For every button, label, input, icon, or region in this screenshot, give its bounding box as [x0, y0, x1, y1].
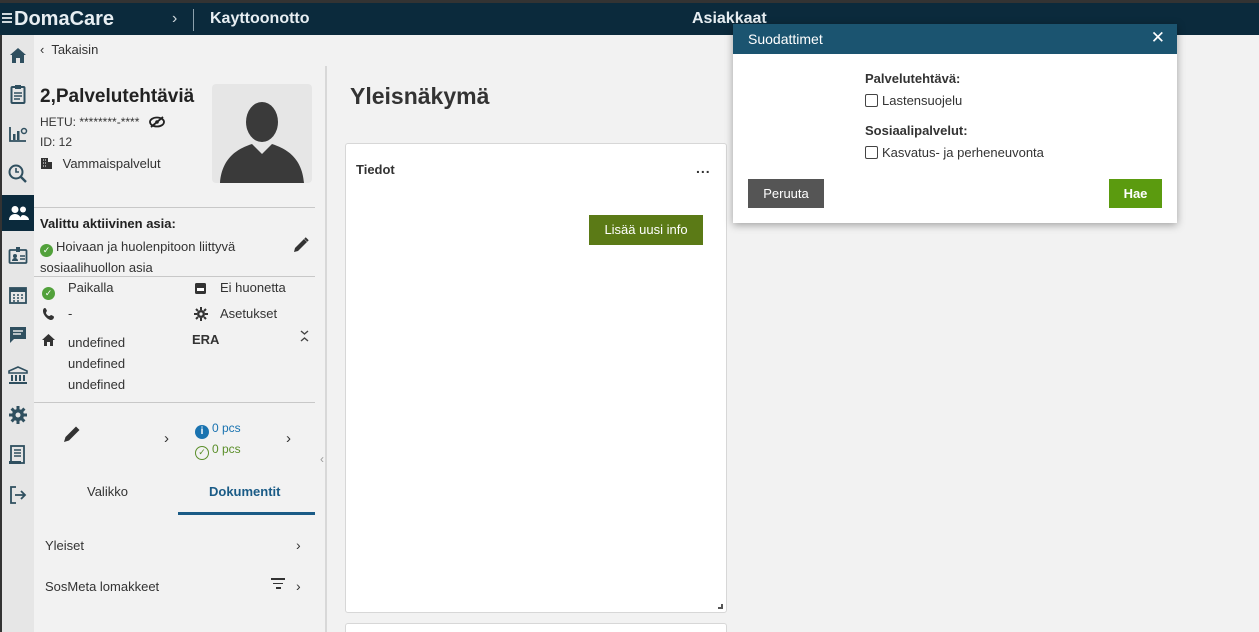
active-case-label: Hoivaan ja huolenpitoon liittyvä sosiaal…	[40, 239, 236, 275]
phone-number: -	[68, 306, 73, 321]
filter-option-label: Lastensuojelu	[882, 93, 963, 108]
check-circle-icon: ✓	[40, 244, 53, 257]
logout-icon[interactable]	[6, 483, 30, 507]
address-line: undefined	[68, 335, 126, 350]
clipboard-icon[interactable]	[6, 82, 30, 106]
edit-pencil-icon[interactable]	[62, 424, 82, 450]
filters-dialog: Suodattimet ✕ Palvelutehtävä: Lastensuoj…	[733, 24, 1177, 223]
home-icon[interactable]	[6, 43, 30, 67]
filter-icon[interactable]	[271, 578, 285, 592]
divider	[34, 402, 315, 403]
resize-handle-icon[interactable]	[718, 604, 723, 609]
building-icon	[40, 156, 57, 171]
chevron-right-icon[interactable]: ›	[286, 430, 291, 447]
divider	[34, 276, 315, 277]
menu-icon[interactable]	[2, 13, 12, 25]
customer-id: ID: 12	[40, 135, 73, 149]
sidebar-rail	[0, 35, 36, 632]
address-line: undefined	[68, 377, 126, 392]
era-label: ERA	[192, 332, 220, 347]
card-title: Tiedot	[356, 162, 395, 177]
info-count[interactable]: i0 pcs	[195, 421, 241, 439]
chevron-right-icon[interactable]: ›	[164, 430, 169, 447]
app-logo[interactable]: DomaCare	[14, 8, 114, 31]
collapse-chevron-icon[interactable]	[300, 330, 309, 345]
customer-name: 2,Palvelutehtäviä	[40, 86, 195, 107]
page-title: Yleisnäkymä	[350, 83, 490, 109]
chevron-right-icon[interactable]: ›	[296, 578, 301, 594]
tab-dokumentit[interactable]: Dokumentit	[209, 484, 281, 499]
address-home-icon	[42, 334, 55, 349]
checkbox[interactable]	[865, 146, 878, 159]
hetu-value: HETU: ********-****	[40, 115, 140, 129]
info-icon: i	[195, 425, 209, 439]
edit-case-icon[interactable]	[292, 236, 310, 259]
filter-option-kasvatus[interactable]: Kasvatus- ja perheneuvonta	[865, 145, 1044, 160]
presence-check-icon: ✓	[42, 282, 58, 300]
check-icon: ✓	[195, 446, 209, 460]
people-icon[interactable]	[2, 195, 36, 231]
clock-search-icon[interactable]	[6, 162, 30, 186]
panel-splitter[interactable]	[325, 66, 327, 632]
presence-status: Paikalla	[68, 280, 114, 295]
filter-option-label: Kasvatus- ja perheneuvonta	[882, 145, 1044, 160]
bed-icon	[194, 282, 207, 298]
info-count-label: 0 pcs	[212, 421, 241, 435]
dialog-header: Suodattimet ✕	[733, 24, 1177, 54]
filter-group-title: Sosiaalipalvelut:	[865, 123, 968, 138]
address-line: undefined	[68, 356, 126, 371]
unit-row: Vammaispalvelut	[40, 156, 161, 171]
done-count-label: 0 pcs	[212, 442, 241, 456]
back-link[interactable]: ‹ Takaisin	[40, 42, 98, 57]
filter-option-lastensuojelu[interactable]: Lastensuojelu	[865, 93, 962, 108]
header-divider	[193, 9, 194, 31]
more-menu-icon[interactable]: ...	[696, 160, 711, 176]
tab-valikko[interactable]: Valikko	[87, 484, 128, 499]
dialog-title: Suodattimet	[748, 31, 823, 47]
info-card: Tiedot ... Lisää uusi info	[345, 143, 727, 613]
document-icon[interactable]	[6, 443, 30, 467]
divider	[34, 207, 315, 208]
gear-icon[interactable]	[6, 403, 30, 427]
filter-group-title: Palvelutehtävä:	[865, 71, 961, 86]
avatar	[212, 84, 312, 183]
room-status: Ei huonetta	[220, 280, 286, 295]
collapse-panel-icon[interactable]: ‹	[320, 452, 324, 466]
message-icon[interactable]	[6, 323, 30, 347]
add-info-button[interactable]: Lisää uusi info	[589, 215, 703, 245]
cancel-button[interactable]: Peruuta	[748, 179, 824, 208]
settings-gear-icon[interactable]	[194, 307, 208, 324]
breadcrumb-arrow-icon: ›	[172, 10, 178, 27]
phone-icon	[42, 307, 56, 324]
module-title[interactable]: Kayttoonotto	[210, 10, 310, 28]
active-case[interactable]: ✓ Hoivaan ja huolenpitoon liittyvä sosiaa…	[40, 236, 280, 278]
settings-link[interactable]: Asetukset	[220, 306, 277, 321]
document-item-sosmeta[interactable]: SosMeta lomakkeet	[45, 579, 159, 594]
chart-icon[interactable]	[6, 122, 30, 146]
close-icon[interactable]: ✕	[1151, 28, 1165, 48]
address-block: undefined undefined undefined	[68, 332, 125, 395]
document-item-yleiset[interactable]: Yleiset	[45, 538, 84, 553]
search-button[interactable]: Hae	[1109, 179, 1162, 208]
customer-profile: 2,Palvelutehtäviä HETU: ********-**** ID…	[34, 66, 326, 632]
eye-off-icon[interactable]	[148, 114, 165, 129]
active-case-title: Valittu aktiivinen asia:	[40, 216, 176, 231]
hetu-row: HETU: ********-****	[40, 114, 165, 129]
id-badge-icon[interactable]	[6, 243, 30, 267]
done-count[interactable]: ✓ 0 pcs	[195, 442, 241, 460]
calendar-icon[interactable]	[6, 283, 30, 307]
active-tab-indicator	[178, 512, 315, 515]
unit-label: Vammaispalvelut	[62, 156, 161, 171]
back-label: Takaisin	[51, 42, 99, 57]
bank-icon[interactable]	[6, 363, 30, 387]
second-card	[345, 623, 727, 632]
checkbox[interactable]	[865, 94, 878, 107]
chevron-right-icon[interactable]: ›	[296, 537, 301, 553]
